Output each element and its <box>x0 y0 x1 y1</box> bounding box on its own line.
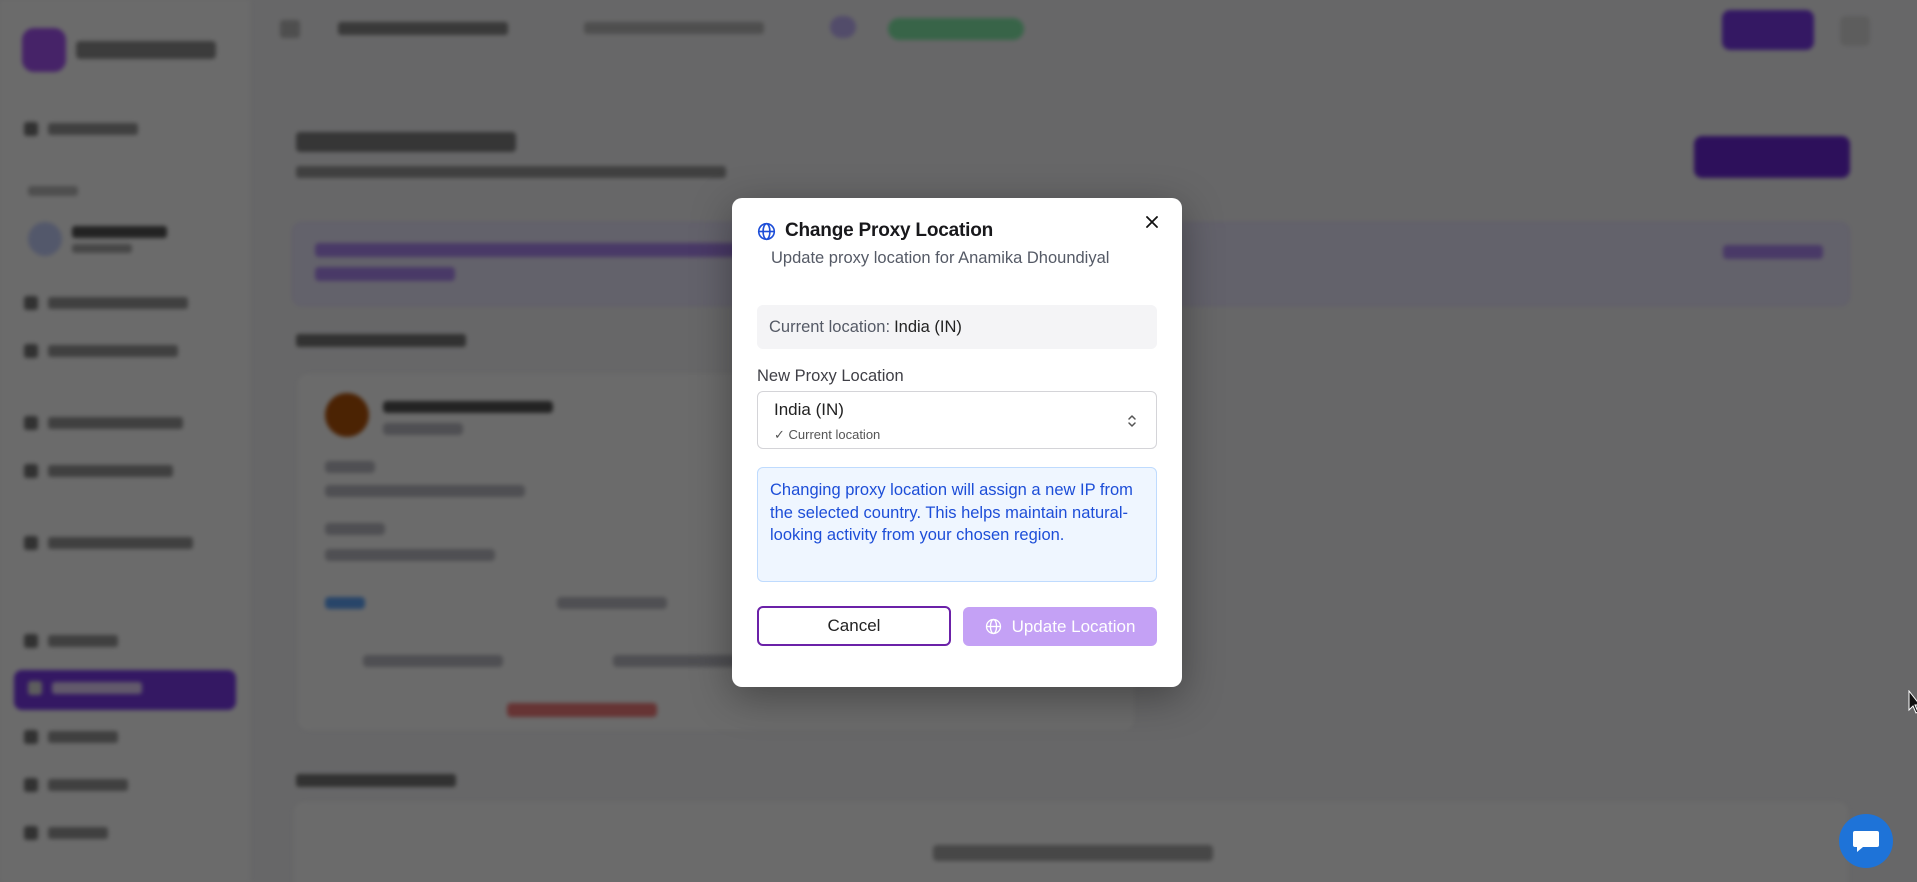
current-location-box: Current location: India (IN) <box>757 305 1157 349</box>
globe-icon <box>757 222 776 241</box>
current-location-label: Current location: <box>769 317 891 336</box>
update-location-button[interactable]: Update Location <box>963 607 1157 646</box>
cancel-button[interactable]: Cancel <box>757 606 951 646</box>
globe-icon <box>985 618 1002 635</box>
update-location-label: Update Location <box>1011 616 1136 636</box>
chat-launcher-button[interactable] <box>1839 814 1893 868</box>
chevron-up-down-icon <box>1126 413 1138 429</box>
change-proxy-dialog: Change Proxy Location Update proxy locat… <box>732 198 1182 687</box>
proxy-info-note: Changing proxy location will assign a ne… <box>757 467 1157 582</box>
dialog-title: Change Proxy Location <box>785 220 994 241</box>
proxy-location-select[interactable]: India (IN) ✓ Current location <box>757 391 1157 449</box>
new-proxy-location-label: New Proxy Location <box>757 367 904 385</box>
select-value: India (IN) <box>774 400 844 419</box>
close-icon[interactable] <box>1142 212 1162 232</box>
mouse-cursor <box>1908 689 1917 714</box>
chat-bubble-icon <box>1851 827 1881 855</box>
dialog-header: Change Proxy Location <box>757 220 993 242</box>
select-hint: ✓ Current location <box>774 427 881 442</box>
current-location-value: India (IN) <box>894 317 962 336</box>
dialog-subtitle: Update proxy location for Anamika Dhound… <box>771 249 1110 267</box>
